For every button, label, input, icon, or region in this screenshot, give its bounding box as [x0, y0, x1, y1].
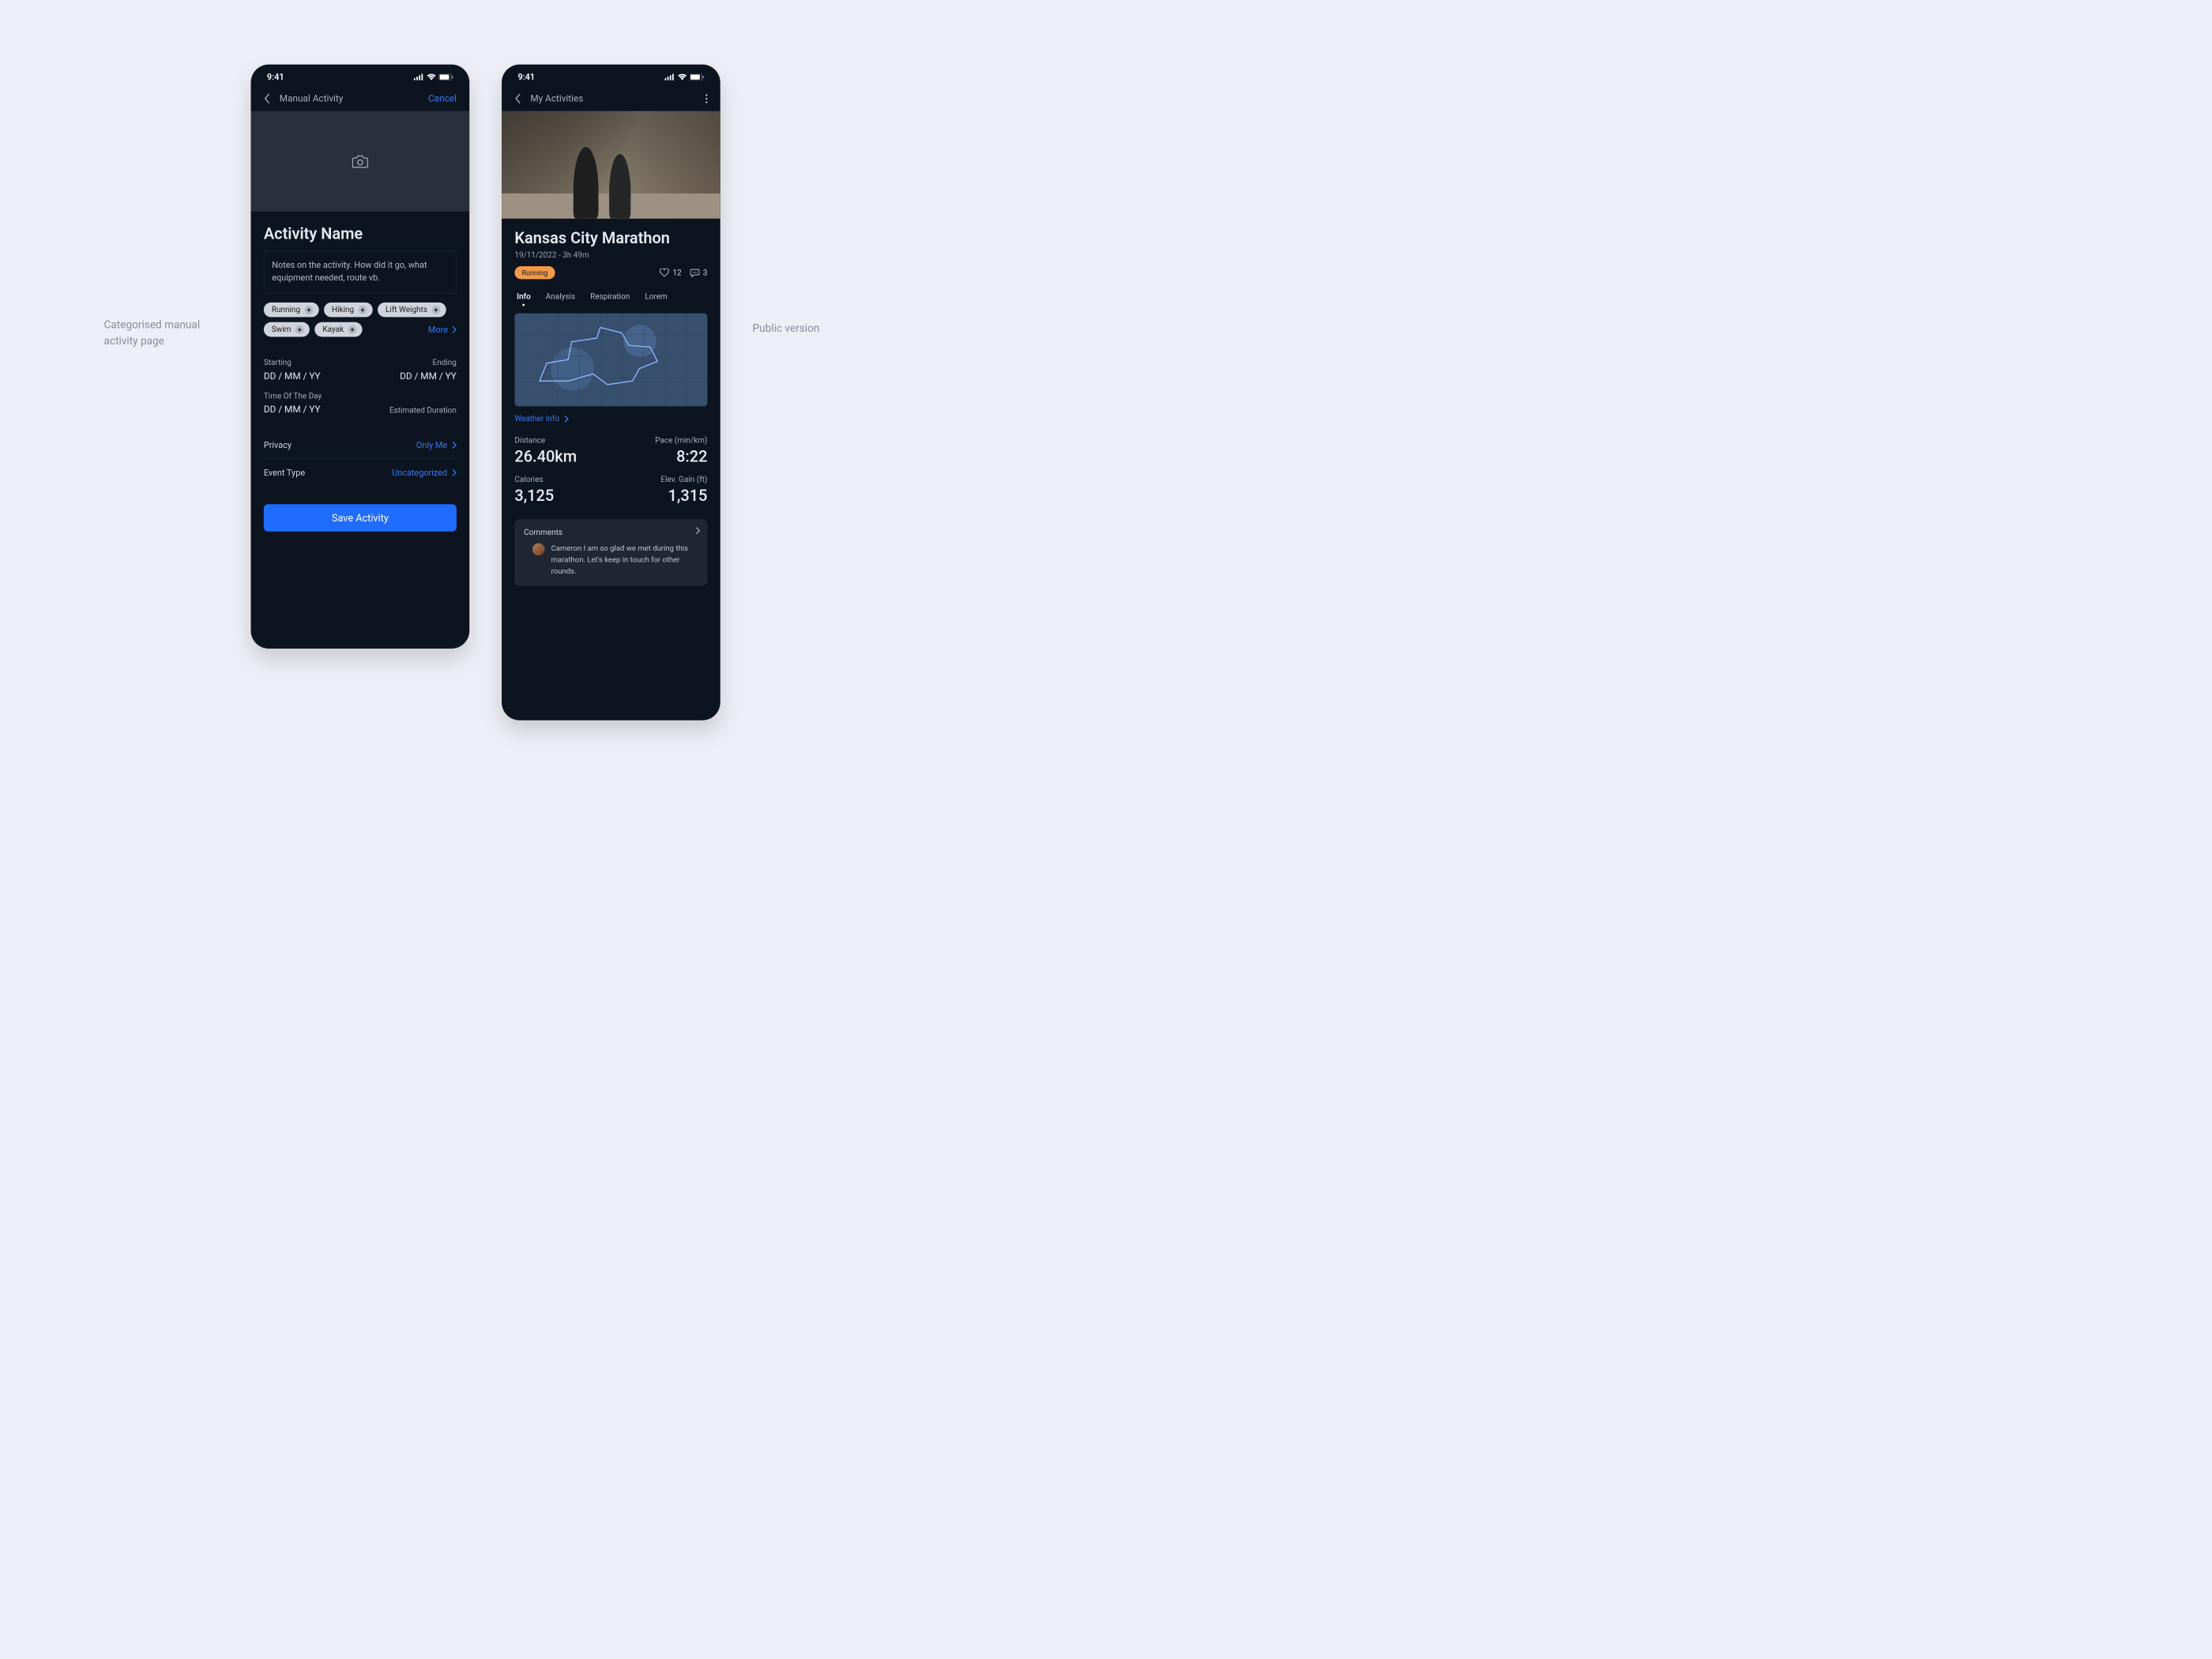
status-time: 9:41	[267, 72, 284, 82]
caption-right: Public version	[753, 321, 820, 337]
category-chips: Running+ Hiking+ Lift Weights+	[264, 303, 457, 318]
starting-field[interactable]: Starting DD / MM / YY	[264, 359, 355, 382]
status-icons	[664, 73, 704, 80]
route-map[interactable]	[514, 313, 707, 406]
heart-icon	[660, 269, 669, 277]
privacy-label: Privacy	[264, 440, 292, 450]
activity-name-heading[interactable]: Activity Name	[264, 224, 457, 243]
add-photo-button[interactable]	[251, 111, 470, 212]
starting-label: Starting	[264, 359, 355, 367]
chip-add-icon: +	[359, 306, 367, 314]
back-icon[interactable]	[264, 93, 269, 103]
time-of-day-field[interactable]: Time Of The Day DD / MM / YY	[264, 392, 355, 415]
status-bar: 9:41	[251, 65, 470, 90]
battery-icon	[690, 73, 704, 80]
chip-add-icon: +	[295, 325, 304, 334]
page-title: My Activities	[530, 93, 583, 104]
tab-lorem[interactable]: Lorem	[645, 292, 667, 301]
category-badge: Running	[514, 266, 555, 279]
activity-subtitle: 19/11/2022 - 3h 49m	[514, 251, 707, 260]
status-bar: 9:41	[502, 65, 720, 90]
chip-add-icon: +	[348, 325, 357, 334]
chevron-right-icon	[452, 442, 456, 449]
cellular-icon	[414, 73, 424, 80]
comment-icon	[690, 269, 699, 277]
weather-info-link[interactable]: Weather Info	[514, 414, 707, 423]
starting-value: DD / MM / YY	[264, 371, 355, 382]
more-categories-link[interactable]: More	[428, 325, 457, 335]
phone-manual-activity: 9:41 Manual Activity Cancel Activity Nam…	[251, 65, 470, 649]
phone-activity-detail: 9:41 My Activities Kansas City Marathon …	[502, 65, 720, 720]
page-title: Manual Activity	[280, 93, 344, 104]
chip-hiking[interactable]: Hiking+	[324, 303, 373, 318]
status-icons	[414, 73, 453, 80]
more-menu-button[interactable]	[705, 94, 707, 103]
topbar: My Activities	[502, 89, 720, 107]
privacy-row[interactable]: Privacy Only Me	[264, 431, 457, 459]
tod-label: Time Of The Day	[264, 392, 355, 401]
route-path-icon	[514, 313, 707, 405]
avatar	[532, 544, 544, 555]
tab-info[interactable]: Info	[517, 292, 531, 301]
ending-value: DD / MM / YY	[366, 371, 457, 382]
comments-title: Comments	[524, 528, 698, 536]
ending-field[interactable]: Ending DD / MM / YY	[366, 359, 457, 382]
chevron-right-icon	[696, 527, 700, 534]
estimated-label: Estimated Duration	[366, 406, 457, 415]
tab-respiration[interactable]: Respiration	[590, 292, 630, 301]
chevron-right-icon	[564, 415, 568, 422]
wifi-icon	[427, 73, 436, 80]
save-activity-button[interactable]: Save Activity	[264, 504, 457, 531]
back-icon[interactable]	[514, 93, 520, 103]
chip-running[interactable]: Running+	[264, 303, 319, 318]
event-type-label: Event Type	[264, 468, 305, 478]
chip-add-icon: +	[431, 306, 440, 314]
ending-label: Ending	[366, 359, 457, 367]
event-type-row[interactable]: Event Type Uncategorized	[264, 459, 457, 486]
tabs: Info Analysis Respiration Lorem	[514, 292, 707, 301]
comments-button[interactable]: 3	[690, 269, 707, 277]
chip-add-icon: +	[304, 306, 313, 314]
notes-input[interactable]: Notes on the activity. How did it go, wh…	[264, 251, 457, 294]
activity-title: Kansas City Marathon	[514, 228, 707, 247]
chip-lift-weights[interactable]: Lift Weights+	[378, 303, 446, 318]
comments-card[interactable]: Comments Cameron I am so glad we met dur…	[514, 519, 707, 585]
likes-button[interactable]: 12	[660, 269, 682, 277]
cancel-button[interactable]: Cancel	[428, 93, 457, 104]
chevron-right-icon	[452, 469, 456, 476]
comment-item: Cameron I am so glad we met during this …	[524, 544, 698, 577]
chip-swim[interactable]: Swim+	[264, 322, 310, 337]
stats-grid: Distance 26.40km Pace (min/km) 8:22 Calo…	[514, 436, 707, 505]
comment-body: Cameron I am so glad we met during this …	[551, 544, 698, 577]
caption-left: Categorised manual activity page	[104, 317, 226, 349]
chevron-right-icon	[452, 326, 456, 333]
activity-photo	[502, 111, 720, 219]
tab-analysis[interactable]: Analysis	[546, 292, 575, 301]
tod-value: DD / MM / YY	[264, 404, 355, 416]
chip-kayak[interactable]: Kayak+	[314, 322, 362, 337]
estimated-duration-field[interactable]: Estimated Duration	[366, 406, 457, 415]
status-time: 9:41	[517, 72, 535, 82]
wifi-icon	[678, 73, 687, 80]
cellular-icon	[664, 73, 675, 80]
stat-elevation: Elev. Gain (ft) 1,315	[611, 475, 707, 505]
privacy-value: Only Me	[416, 440, 447, 450]
stat-calories: Calories 3,125	[514, 475, 611, 505]
social-stats: 12 3	[660, 269, 707, 277]
battery-icon	[439, 73, 453, 80]
camera-icon	[352, 155, 368, 168]
event-type-value: Uncategorized	[392, 468, 447, 478]
stat-distance: Distance 26.40km	[514, 436, 611, 466]
topbar: Manual Activity Cancel	[251, 89, 470, 107]
stat-pace: Pace (min/km) 8:22	[611, 436, 707, 466]
